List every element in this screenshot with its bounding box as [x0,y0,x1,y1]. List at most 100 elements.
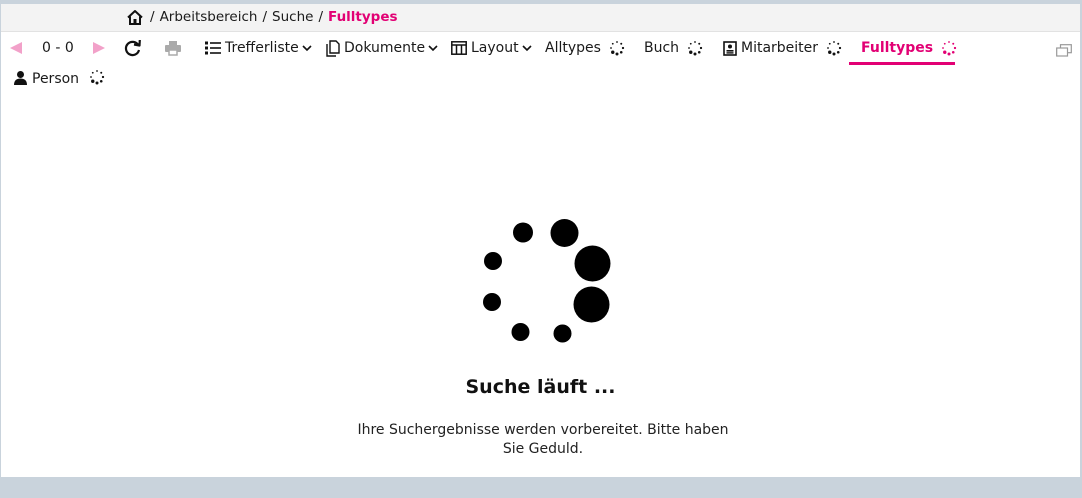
person-icon [13,70,28,89]
active-tab-indicator [849,62,955,65]
documents-icon [326,39,340,57]
tab-label: Person [32,71,80,87]
spinner-dot [610,47,612,49]
spinner-dot [837,42,840,45]
spinner-dot [943,42,946,45]
spinner-dot [827,47,829,49]
layout-menu[interactable]: Layout [451,32,532,64]
loading-spinner-icon [687,40,703,56]
spinner-dot [619,50,623,54]
id-card-icon [723,40,737,56]
list-icon [205,41,221,55]
loading-spinner-icon [471,216,621,356]
spinner-dot [698,42,701,45]
spinner-dot [484,252,502,270]
spinner-dot [621,46,625,50]
breadcrumb-separator: / [262,9,268,25]
arrow-left-icon [9,41,23,55]
spinner-dot [698,50,701,54]
loading-spinner-icon [941,40,957,56]
trefferliste-label: Trefferliste [225,40,299,56]
windows-icon [1056,42,1072,61]
spinner-dot [91,79,95,83]
tab-mitarbeiter[interactable]: Mitarbeiter [723,32,842,64]
layout-icon [451,41,467,55]
status-message: Ihre Suchergebnisse werden vorbereitet. … [357,422,729,457]
spinner-dot [943,50,947,54]
loading-spinner-icon [826,40,842,56]
spinner-dot [699,46,703,50]
breadcrumb-separator: / [150,9,155,25]
home-icon[interactable] [125,7,145,27]
tab-person[interactable]: Person [13,68,105,90]
previous-button[interactable] [9,32,23,64]
spinner-dot [91,71,94,74]
tab-fulltypes[interactable]: Fulltypes [861,32,957,64]
chevron-down-icon [302,44,312,52]
spinner-dot [611,42,614,45]
spinner-dot [620,42,623,45]
loading-spinner-icon [609,40,625,56]
spinner-dot [550,219,579,247]
trefferliste-menu[interactable]: Trefferliste [205,32,312,64]
spinner-dot [616,41,618,43]
status-title: Suche läuft ... [465,376,616,398]
spinner-dot [833,41,835,43]
spinner-dot [511,323,530,341]
loading-spinner-icon [89,69,105,89]
chevron-down-icon [522,44,532,52]
spinner-dot [95,81,99,85]
spinner-dot [948,41,951,43]
tab-label: Fulltypes [861,40,934,56]
spinner-dot [513,222,533,243]
spinner-dot [483,293,501,311]
dokumente-menu[interactable]: Dokumente [326,32,438,64]
breadcrumb-separator: / [318,9,324,25]
spinner-dot [610,50,615,54]
result-range-label: 0 - 0 [42,40,74,56]
spinner-dot [689,42,692,45]
spinner-dot [90,76,92,78]
spinner-dot [688,47,690,49]
new-window-button[interactable] [1056,42,1072,61]
layout-label: Layout [471,40,519,56]
printer-icon [164,40,182,56]
arrow-right-icon [92,41,106,55]
chevron-down-icon [428,44,438,52]
spinner-dot [832,52,836,56]
spinner-dot [947,52,951,56]
breadcrumb-bar: / Arbeitsbereich / Suche / Fulltypes [1,4,1080,32]
spinner-dot [615,52,619,56]
print-button[interactable] [164,32,182,64]
spinner-dot [836,50,840,54]
app-window: / Arbeitsbereich / Suche / Fulltypes 0 -… [1,4,1080,477]
next-button[interactable] [92,32,106,64]
breadcrumb-current: Fulltypes [328,9,398,25]
spinner-dot [828,42,831,45]
spinner-dot [838,46,842,50]
spinner-dot [952,42,955,45]
breadcrumb-item-suche[interactable]: Suche [272,9,313,25]
tab-label: Alltypes [545,40,601,56]
tab-label: Mitarbeiter [741,40,819,56]
tab-buch[interactable]: Buch [644,32,703,64]
toolbar: 0 - 0 Trefferliste Dokumente Layout Allt… [1,32,1080,66]
refresh-icon [123,39,142,58]
dokumente-label: Dokumente [344,40,426,56]
spinner-dot [99,79,103,83]
breadcrumb: / Arbeitsbereich / Suche / Fulltypes [125,7,398,27]
tab-alltypes[interactable]: Alltypes [545,32,625,64]
spinner-dot [942,47,945,49]
spinner-dot [953,46,957,50]
refresh-button[interactable] [123,32,142,64]
spinner-dot [574,245,611,282]
spinner-dot [828,50,832,54]
spinner-dot [694,41,696,43]
spinner-dot [693,52,697,56]
spinner-dot [689,50,693,54]
spinner-dot [952,50,955,54]
breadcrumb-item-arbeitsbereich[interactable]: Arbeitsbereich [160,9,258,25]
spinner-dot [96,70,98,72]
spinner-dot [101,75,105,79]
spinner-dot [553,324,572,343]
